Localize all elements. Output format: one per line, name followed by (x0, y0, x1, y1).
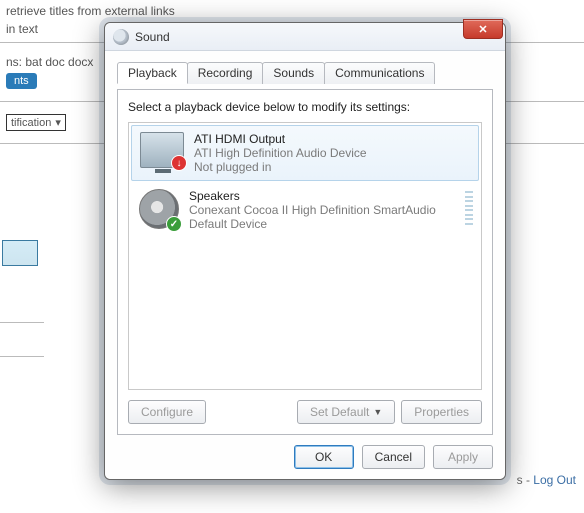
bg-select[interactable]: tification ▾ (6, 114, 66, 131)
bg-footer: s - Log Out (517, 473, 576, 487)
close-icon: ✕ (478, 23, 487, 36)
apply-button[interactable]: Apply (433, 445, 493, 469)
properties-button[interactable]: Properties (401, 400, 482, 424)
speaker-icon: ✓ (139, 189, 179, 229)
dialog-client: Playback Recording Sounds Communications… (105, 51, 505, 479)
tabstrip: Playback Recording Sounds Communications (117, 61, 493, 83)
level-meter-icon (465, 191, 473, 225)
device-item-hdmi[interactable]: ↓ ATI HDMI Output ATI High Definition Au… (131, 125, 479, 181)
device-name: ATI HDMI Output (194, 132, 367, 146)
device-name: Speakers (189, 189, 436, 203)
logout-link[interactable]: Log Out (533, 473, 576, 487)
tab-panel: Select a playback device below to modify… (117, 89, 493, 435)
panel-actions: Configure Set Default ▼ Properties (128, 400, 482, 424)
cancel-button[interactable]: Cancel (362, 445, 425, 469)
chevron-down-icon: ▾ (55, 116, 61, 129)
titlebar[interactable]: Sound ✕ (105, 23, 505, 51)
tab-communications[interactable]: Communications (324, 62, 435, 84)
instruction-text: Select a playback device below to modify… (128, 100, 482, 114)
close-button[interactable]: ✕ (463, 19, 503, 39)
sound-dialog: Sound ✕ Playback Recording Sounds Commun… (104, 22, 506, 480)
bg-text-1: retrieve titles from external links (0, 0, 584, 18)
bg-extensions-button[interactable]: nts (6, 73, 37, 89)
device-desc: ATI High Definition Audio Device (194, 146, 367, 160)
monitor-icon: ↓ (140, 132, 184, 168)
default-overlay-icon: ✓ (166, 216, 182, 232)
bg-extensions-label: ns: bat doc docx (6, 55, 93, 69)
ok-button[interactable]: OK (294, 445, 354, 469)
tab-sounds[interactable]: Sounds (262, 62, 325, 84)
tab-recording[interactable]: Recording (187, 62, 264, 84)
chevron-down-icon: ▼ (373, 407, 382, 417)
configure-button[interactable]: Configure (128, 400, 206, 424)
device-item-speakers[interactable]: ✓ Speakers Conexant Cocoa II High Defini… (131, 183, 479, 237)
device-desc: Conexant Cocoa II High Definition SmartA… (189, 203, 436, 217)
device-status: Not plugged in (194, 160, 367, 174)
set-default-button[interactable]: Set Default ▼ (297, 400, 395, 424)
bg-select-value: tification (11, 117, 51, 129)
unplugged-overlay-icon: ↓ (171, 155, 187, 171)
dialog-actions: OK Cancel Apply (117, 435, 493, 469)
device-list: ↓ ATI HDMI Output ATI High Definition Au… (128, 122, 482, 390)
bg-thumbnail[interactable] (2, 240, 38, 266)
device-status: Default Device (189, 217, 436, 231)
sound-icon (113, 29, 129, 45)
tab-playback[interactable]: Playback (117, 62, 188, 84)
dialog-title: Sound (135, 30, 170, 44)
